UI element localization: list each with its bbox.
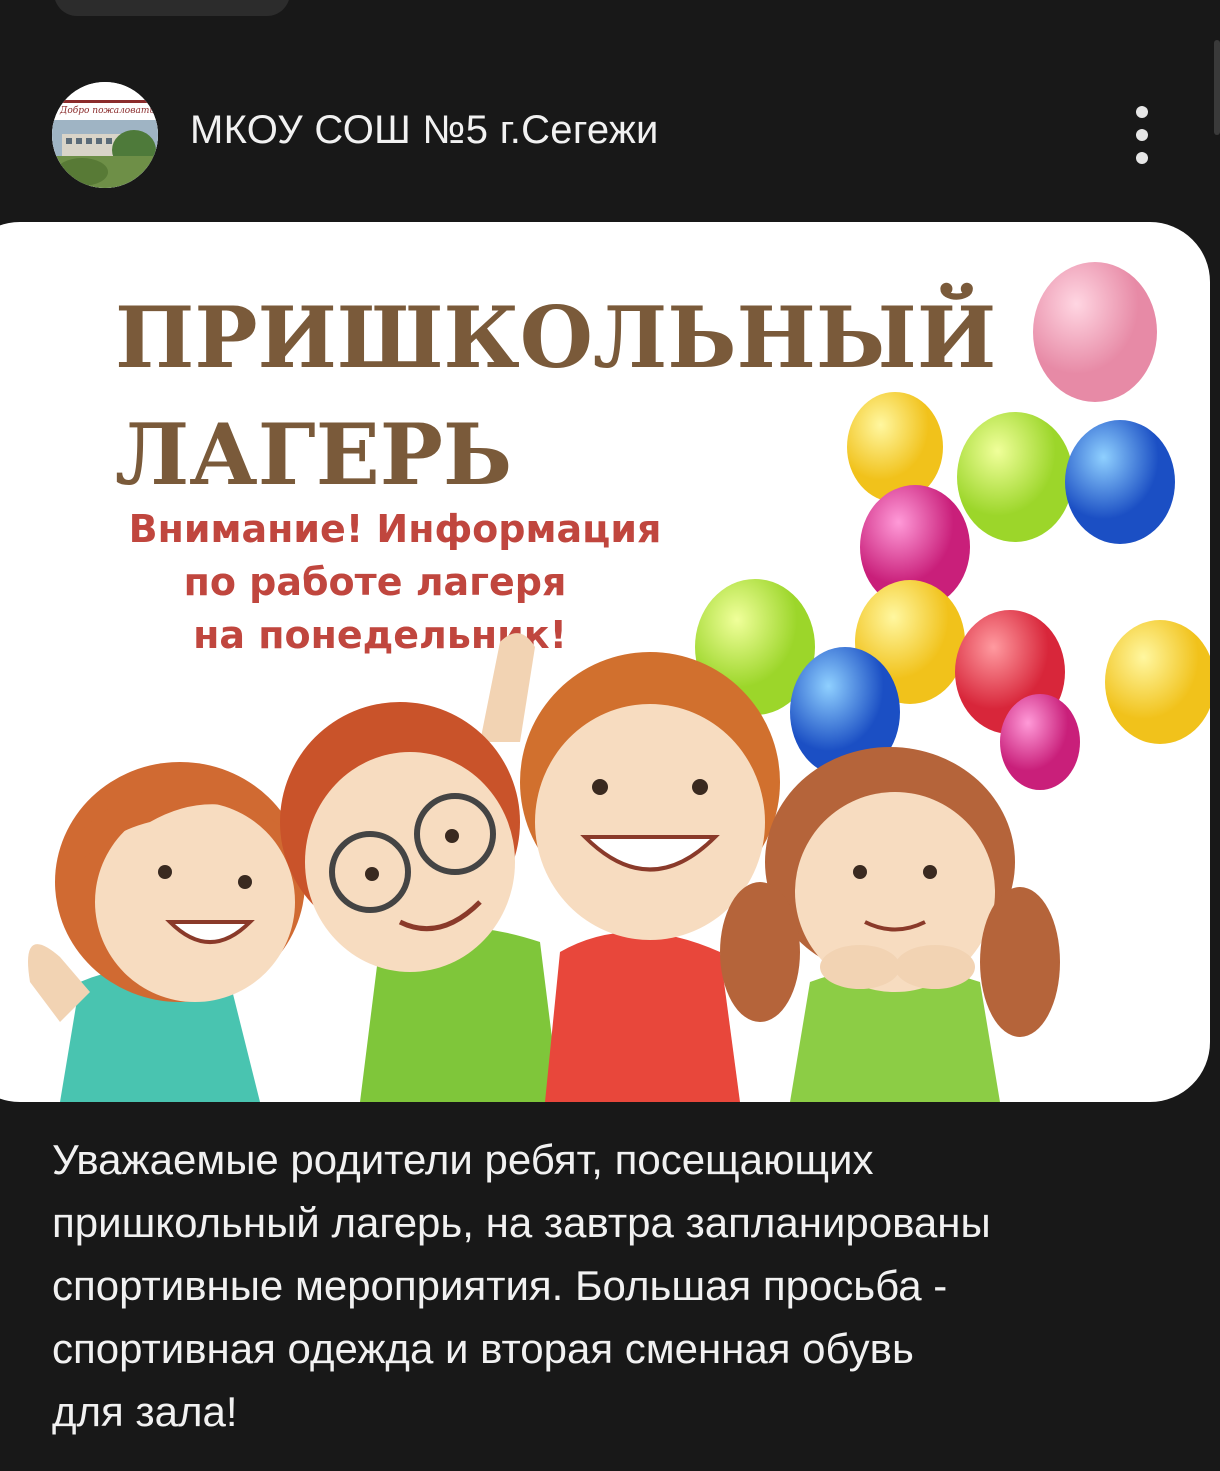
image-notice-line1: Внимание! Информация [129,507,662,551]
avatar-caption: Добро пожаловать [59,105,154,116]
channel-name[interactable]: МКОУ СОШ №5 г.Сегежи [190,108,659,153]
channel-avatar[interactable]: Добро пожаловать [52,82,158,188]
image-notice-line2: по работе лагеря [184,560,567,604]
top-pill-button[interactable] [54,0,290,16]
post-image[interactable]: ПРИШКОЛЬНЫЙ ЛАГЕРЬ Внимание! Информация … [0,222,1220,1102]
post-text: Уважаемые родители ребят, посещающих при… [52,1136,991,1435]
post-header: Добро пожаловать МКОУ СОШ №5 г.Сегежи [0,70,1220,200]
image-title-line2: ЛАГЕРЬ [115,405,512,504]
image-title-line1: ПРИШКОЛЬНЫЙ [115,282,996,387]
vertical-dots-icon[interactable] [1118,100,1166,170]
app-screen: Добро пожаловать МКОУ СОШ №5 г.Сегежи ПР… [0,0,1220,1471]
